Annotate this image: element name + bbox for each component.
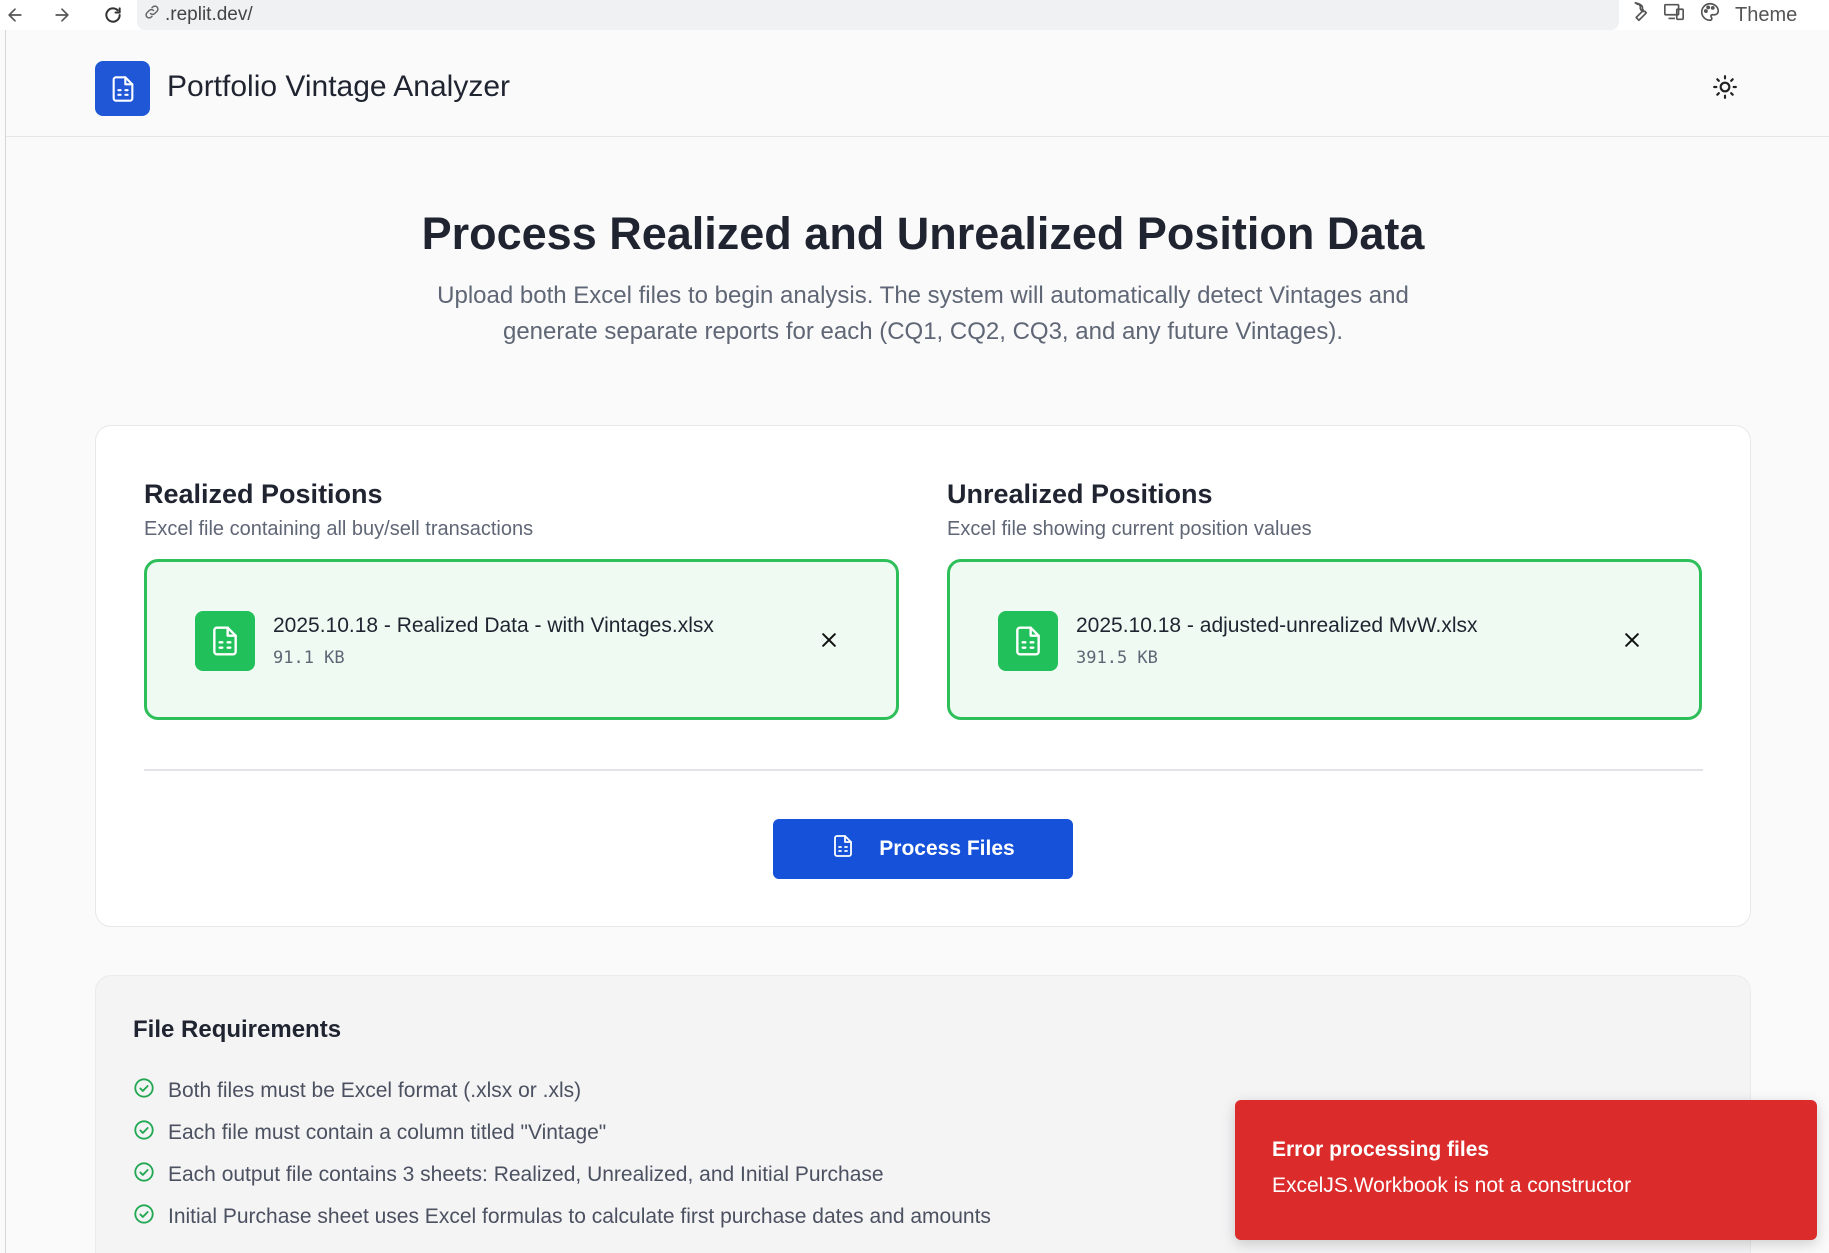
page-subtitle: Upload both Excel files to begin analysi…: [437, 282, 1409, 345]
spreadsheet-file-icon: [998, 611, 1058, 671]
wrench-icon[interactable]: [1627, 1, 1649, 29]
browser-tools: Theme: [1619, 0, 1829, 30]
sun-icon[interactable]: [1710, 72, 1740, 102]
unrealized-file-name: 2025.10.18 - adjusted-unrealized MvW.xls…: [1076, 614, 1478, 637]
requirements-title: File Requirements: [133, 1016, 342, 1043]
toast-title: Error processing files: [1272, 1138, 1490, 1161]
process-files-label: Process Files: [879, 837, 1015, 860]
realized-file-size: 91.1 KB: [273, 648, 345, 668]
document-icon: [831, 834, 855, 864]
theme-menu-label[interactable]: Theme: [1735, 4, 1797, 27]
back-arrow-icon[interactable]: [0, 0, 30, 30]
spreadsheet-file-icon: [195, 611, 255, 671]
devices-icon[interactable]: [1663, 1, 1685, 29]
requirement-text: Both files must be Excel format (.xlsx o…: [168, 1079, 582, 1102]
close-icon[interactable]: [1620, 628, 1644, 652]
app-header: Portfolio Vintage Analyzer: [6, 30, 1829, 137]
divider: [144, 769, 1703, 771]
page-title: Process Realized and Unrealized Position…: [421, 208, 1425, 259]
check-circle-icon: [133, 1203, 155, 1231]
document-icon: [95, 61, 150, 116]
url-text: .replit.dev/: [165, 4, 253, 25]
requirement-text: Each output file contains 3 sheets: Real…: [168, 1163, 884, 1186]
browser-toolbar: .replit.dev/ Theme: [0, 0, 1829, 30]
list-item: Both files must be Excel format (.xlsx o…: [133, 1070, 991, 1112]
check-circle-icon: [133, 1077, 155, 1105]
app-title: Portfolio Vintage Analyzer: [167, 70, 510, 103]
unrealized-description: Excel file showing current position valu…: [947, 518, 1312, 540]
realized-heading: Realized Positions: [144, 479, 383, 509]
palette-icon[interactable]: [1699, 1, 1721, 29]
forward-arrow-icon[interactable]: [47, 0, 77, 30]
realized-file-dropzone[interactable]: 2025.10.18 - Realized Data - with Vintag…: [144, 559, 899, 720]
reload-icon[interactable]: [98, 0, 128, 30]
requirement-text: Initial Purchase sheet uses Excel formul…: [168, 1205, 991, 1228]
link-icon: [143, 3, 161, 27]
list-item: Each file must contain a column titled "…: [133, 1112, 991, 1154]
process-files-button[interactable]: Process Files: [773, 819, 1073, 879]
error-toast[interactable]: Error processing files ExcelJS.Workbook …: [1235, 1100, 1817, 1240]
list-item: Each output file contains 3 sheets: Real…: [133, 1154, 991, 1196]
list-item: Initial Purchase sheet uses Excel formul…: [133, 1196, 991, 1238]
address-bar[interactable]: .replit.dev/: [137, 0, 1619, 30]
requirements-list: Both files must be Excel format (.xlsx o…: [133, 1070, 991, 1238]
realized-file-name: 2025.10.18 - Realized Data - with Vintag…: [273, 614, 714, 637]
check-circle-icon: [133, 1119, 155, 1147]
close-icon[interactable]: [817, 628, 841, 652]
unrealized-file-size: 391.5 KB: [1076, 648, 1158, 668]
requirement-text: Each file must contain a column titled "…: [168, 1121, 607, 1144]
realized-description: Excel file containing all buy/sell trans…: [144, 518, 534, 540]
check-circle-icon: [133, 1161, 155, 1189]
toast-message: ExcelJS.Workbook is not a constructor: [1272, 1174, 1632, 1197]
unrealized-heading: Unrealized Positions: [947, 479, 1213, 509]
upload-card: Realized Positions Excel file containing…: [95, 425, 1751, 927]
unrealized-file-dropzone[interactable]: 2025.10.18 - adjusted-unrealized MvW.xls…: [947, 559, 1702, 720]
